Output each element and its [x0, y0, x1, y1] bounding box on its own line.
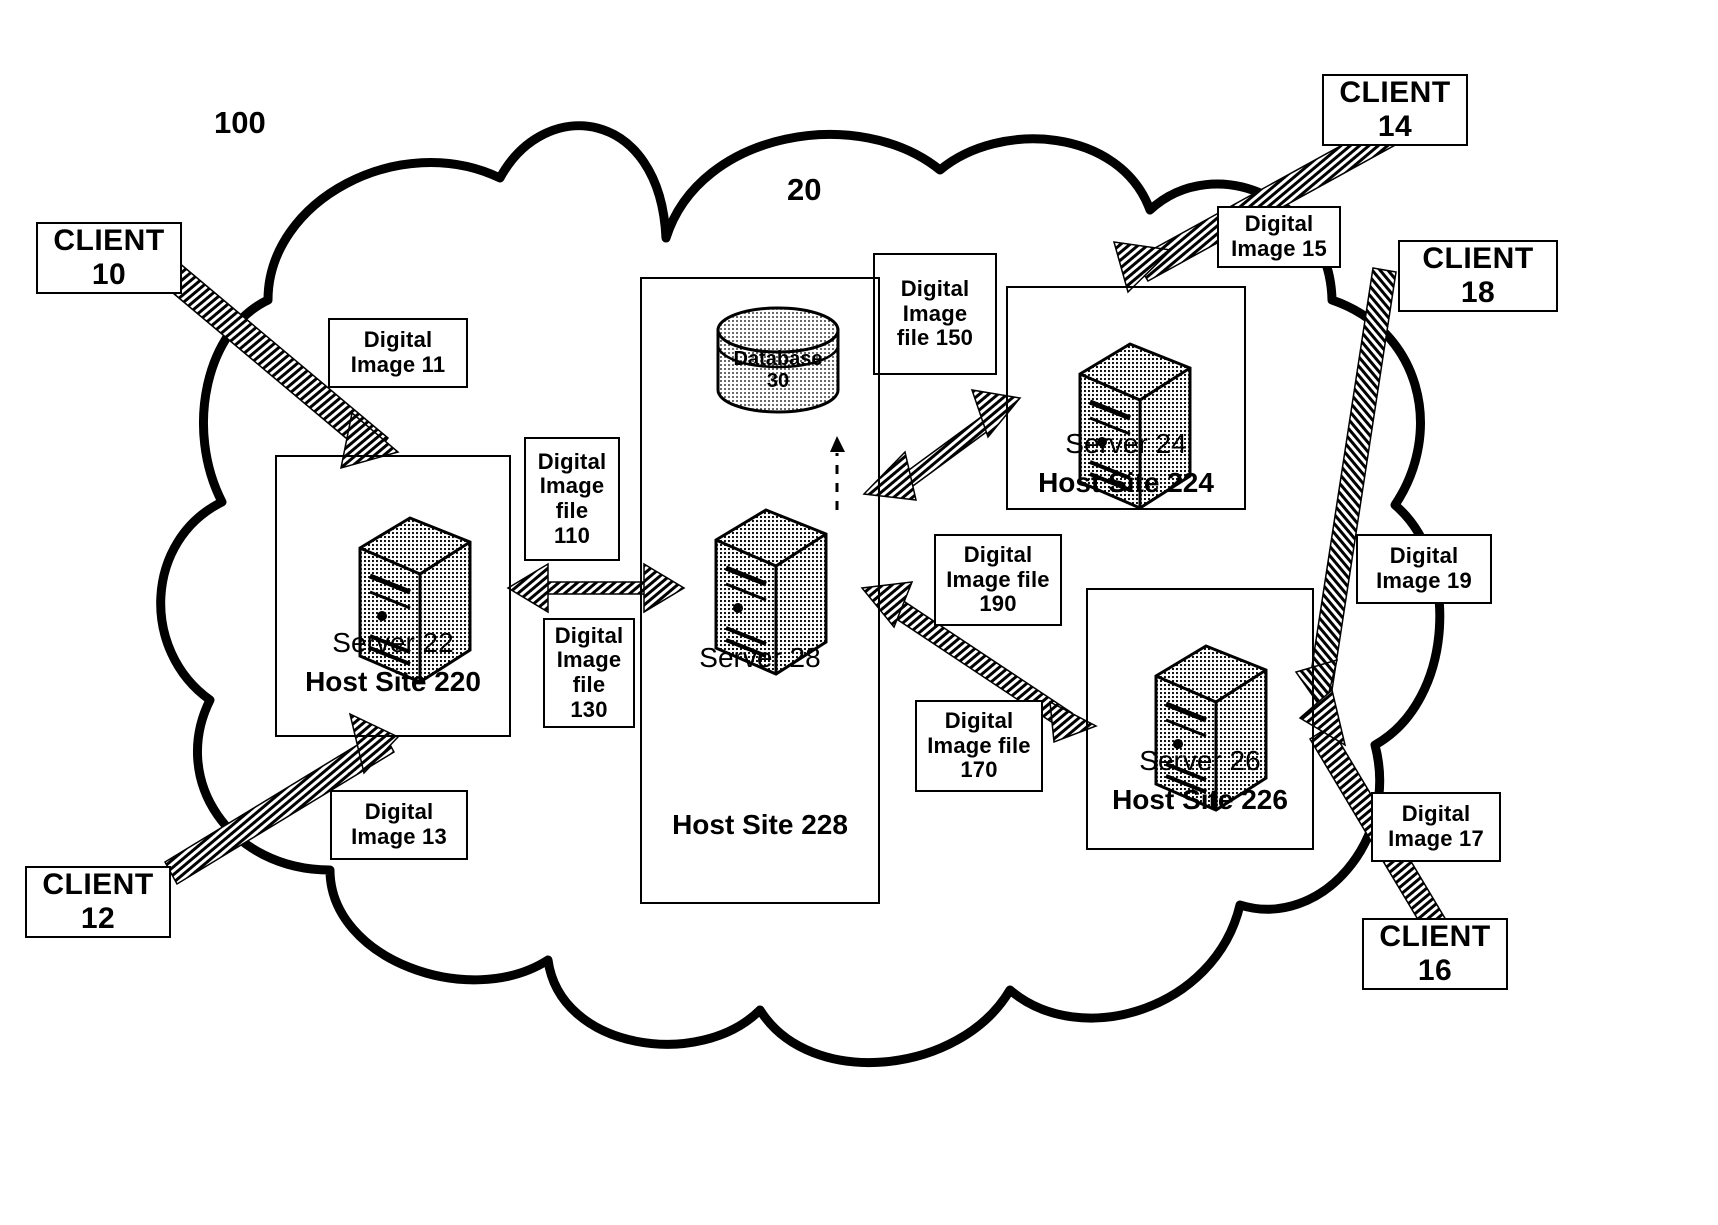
- digital-image-13-line2: Image 13: [351, 824, 447, 849]
- client-18-name: CLIENT: [1422, 242, 1534, 276]
- client-box-18[interactable]: CLIENT 18: [1398, 240, 1558, 312]
- client-box-10[interactable]: CLIENT 10: [36, 222, 182, 294]
- dif-110-line2: Image: [539, 473, 605, 499]
- digital-image-13-box: Digital Image 13: [330, 790, 468, 860]
- client-10-name: CLIENT: [53, 224, 165, 258]
- digital-image-file-150-box: Digital Image file 150: [873, 253, 997, 375]
- digital-image-19-box: Digital Image 19: [1356, 534, 1492, 604]
- dif-130-line4: 130: [570, 696, 608, 722]
- server-22-label: Server 22: [332, 627, 454, 658]
- dif-150-line1: Digital: [900, 276, 970, 302]
- dif-150-line3: file 150: [896, 325, 974, 351]
- dif-110-line4: 110: [553, 522, 591, 548]
- digital-image-15-box: Digital Image 15: [1217, 206, 1341, 268]
- dif-150-line2: Image: [902, 300, 968, 326]
- digital-image-11-line2: Image 11: [350, 352, 446, 377]
- client-box-16[interactable]: CLIENT 16: [1362, 918, 1508, 990]
- dif-130-line1: Digital: [554, 622, 624, 648]
- host-site-224-label: Host Site 224: [1038, 467, 1214, 498]
- host-site-220-box[interactable]: Server 22 Host Site 220: [275, 455, 511, 737]
- dif-110-line1: Digital: [537, 448, 607, 474]
- dif-170-line1: Digital: [944, 708, 1014, 734]
- server-28-label: Server 28: [699, 642, 821, 673]
- dif-190-line1: Digital: [963, 542, 1033, 568]
- host-site-224-box[interactable]: Server 24 Host Site 224: [1006, 286, 1246, 510]
- digital-image-file-190-box: Digital Image file 190: [934, 534, 1062, 626]
- dif-110-line3: file: [555, 498, 589, 523]
- digital-image-13-line1: Digital: [364, 799, 434, 825]
- arrow-server28-server24: [862, 389, 1022, 501]
- host-site-228-label: Host Site 228: [672, 809, 848, 840]
- dif-170-line3: 170: [960, 757, 998, 783]
- dif-190-line2: Image file: [946, 566, 1050, 592]
- digital-image-file-110-box: Digital Image file 110: [524, 437, 620, 561]
- client-16-name: CLIENT: [1379, 920, 1491, 954]
- host-site-226-box[interactable]: Server 26 Host Site 226: [1086, 588, 1314, 850]
- dif-190-line3: 190: [979, 591, 1017, 617]
- host-site-220-label: Host Site 220: [305, 666, 481, 697]
- digital-image-11-box: Digital Image 11: [328, 318, 468, 388]
- digital-image-17-line1: Digital: [1401, 801, 1471, 827]
- client-12-ref: 12: [80, 902, 116, 935]
- digital-image-17-line2: Image 17: [1388, 826, 1484, 851]
- dif-130-line3: file: [572, 672, 606, 697]
- client-10-ref: 10: [91, 258, 127, 291]
- server-26-label: Server 26: [1139, 745, 1261, 776]
- server-24-label: Server 24: [1065, 428, 1187, 459]
- digital-image-15-line1: Digital: [1244, 211, 1314, 237]
- client-18-ref: 18: [1460, 276, 1496, 309]
- network-reference-numeral: 20: [787, 172, 822, 207]
- digital-image-15-line2: Image 15: [1231, 236, 1327, 261]
- dif-170-line2: Image file: [927, 732, 1031, 758]
- client-14-ref: 14: [1377, 110, 1413, 143]
- client-box-12[interactable]: CLIENT 12: [25, 866, 171, 938]
- digital-image-file-170-box: Digital Image file 170: [915, 700, 1043, 792]
- digital-image-19-line2: Image 19: [1376, 568, 1472, 593]
- dif-130-line2: Image: [556, 647, 622, 673]
- client-12-name: CLIENT: [42, 868, 154, 902]
- digital-image-19-line1: Digital: [1389, 543, 1459, 569]
- digital-image-11-line1: Digital: [363, 327, 433, 353]
- client-14-name: CLIENT: [1339, 76, 1451, 110]
- client-16-ref: 16: [1417, 954, 1453, 987]
- patent-figure-canvas: 100 20 Database 30 CLIENT 10 CLIENT 12 C…: [0, 0, 1718, 1225]
- digital-image-file-130-box: Digital Image file 130: [543, 618, 635, 728]
- host-site-228-box[interactable]: Server 28 Host Site 228: [640, 277, 880, 904]
- digital-image-17-box: Digital Image 17: [1371, 792, 1501, 862]
- client-box-14[interactable]: CLIENT 14: [1322, 74, 1468, 146]
- host-site-226-label: Host Site 226: [1112, 784, 1288, 815]
- system-reference-numeral: 100: [214, 105, 266, 140]
